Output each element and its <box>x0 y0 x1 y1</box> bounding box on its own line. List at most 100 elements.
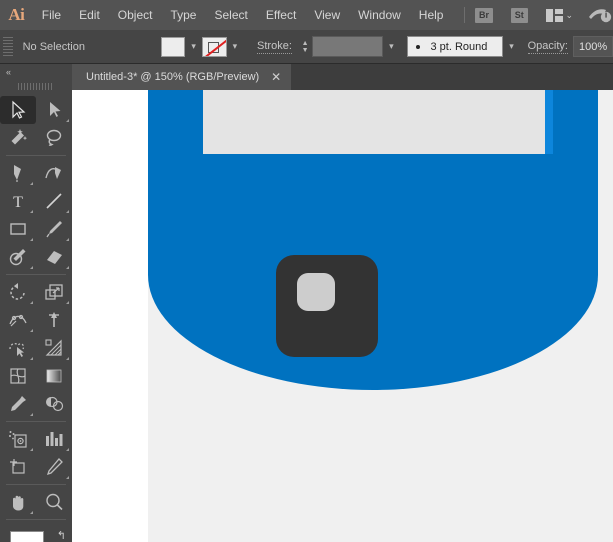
artboard-tool[interactable] <box>0 453 36 481</box>
shaper-tool[interactable] <box>0 243 36 271</box>
illustrator-window: Ai File Edit Object Type Select Effect V… <box>0 0 613 542</box>
canvas-area[interactable] <box>72 90 613 542</box>
tool-grid: T <box>0 96 72 523</box>
tool-flyout-corner-icon <box>66 357 69 360</box>
menu-select[interactable]: Select <box>205 0 256 30</box>
menu-object[interactable]: Object <box>109 0 162 30</box>
line-segment-tool[interactable] <box>36 187 72 215</box>
perspective-grid-tool[interactable] <box>36 334 72 362</box>
selection-status-label: No Selection <box>17 41 161 53</box>
stroke-weight-stepper[interactable]: ▲▼ <box>298 36 312 58</box>
tool-panel-grip[interactable] <box>18 80 54 92</box>
stroke-weight-dropdown-arrow-icon[interactable]: ▾ <box>383 36 399 58</box>
shape-builder-tool[interactable] <box>0 334 36 362</box>
tool-panel-collapse-button[interactable]: « <box>0 64 72 79</box>
control-bar-grip[interactable] <box>3 37 13 57</box>
lasso-tool[interactable] <box>36 124 72 152</box>
menu-edit[interactable]: Edit <box>70 0 109 30</box>
mesh-tool[interactable] <box>0 362 36 390</box>
swap-fill-stroke-icon[interactable]: ↰ <box>57 529 66 542</box>
zoom-tool[interactable] <box>36 488 72 516</box>
magic-wand-tool[interactable] <box>0 124 36 152</box>
gray-rectangle[interactable] <box>203 90 545 154</box>
direct-selection-tool[interactable] <box>36 96 72 124</box>
stock-button[interactable]: St <box>511 8 528 23</box>
document-tab[interactable]: Untitled-3* @ 150% (RGB/Preview) ✕ <box>72 64 291 90</box>
close-icon[interactable]: ✕ <box>271 71 281 83</box>
opacity-field[interactable]: 100% <box>573 36 613 57</box>
menu-file[interactable]: File <box>33 0 70 30</box>
tool-flyout-corner-icon <box>66 266 69 269</box>
scale-tool[interactable] <box>36 278 72 306</box>
fill-swatch[interactable] <box>161 37 186 57</box>
tool-group-divider <box>6 274 66 275</box>
stroke-weight-field[interactable] <box>312 36 383 57</box>
gradient-tool[interactable] <box>36 362 72 390</box>
tool-flyout-corner-icon <box>66 448 69 451</box>
tool-flyout-corner-icon <box>30 182 33 185</box>
tool-flyout-corner-icon <box>66 301 69 304</box>
workspace-switcher-icon[interactable] <box>587 6 613 24</box>
control-bar: No Selection ▾ ▾ Stroke: ▲▼ ▾ 3 pt. Roun… <box>0 30 613 64</box>
selection-tool[interactable] <box>0 96 36 124</box>
tool-group-divider <box>6 421 66 422</box>
tool-flyout-corner-icon <box>66 476 69 479</box>
rotate-tool[interactable] <box>0 278 36 306</box>
blend-tool[interactable] <box>36 390 72 418</box>
symbol-sprayer-tool[interactable] <box>0 425 36 453</box>
document-tab-strip: Untitled-3* @ 150% (RGB/Preview) ✕ <box>72 64 613 90</box>
stroke-dropdown-arrow-icon[interactable]: ▾ <box>227 36 243 58</box>
opacity-label: Opacity: <box>528 40 568 54</box>
svg-text:T: T <box>13 194 23 211</box>
tool-flyout-corner-icon <box>30 448 33 451</box>
menu-type[interactable]: Type <box>161 0 205 30</box>
menu-help[interactable]: Help <box>410 0 453 30</box>
fill-color-swatch[interactable] <box>10 531 44 542</box>
brush-dropdown-arrow-icon[interactable]: ▾ <box>503 36 519 58</box>
tool-group-divider <box>6 484 66 485</box>
brush-definition-field[interactable]: 3 pt. Round <box>407 36 503 57</box>
menu-view[interactable]: View <box>305 0 349 30</box>
tool-panel: « <box>0 64 72 542</box>
stroke-label: Stroke: <box>257 40 292 54</box>
slice-tool[interactable] <box>36 453 72 481</box>
pen-tool[interactable] <box>0 159 36 187</box>
light-inner-square[interactable] <box>297 273 335 311</box>
brush-definition-label: 3 pt. Round <box>430 41 487 53</box>
tool-flyout-corner-icon <box>30 301 33 304</box>
tool-flyout-corner-icon <box>30 329 33 332</box>
tool-flyout-corner-icon <box>66 238 69 241</box>
curvature-tool[interactable] <box>36 159 72 187</box>
dark-rounded-square[interactable] <box>276 255 378 357</box>
paintbrush-tool[interactable] <box>36 215 72 243</box>
tool-flyout-corner-icon <box>30 238 33 241</box>
bridge-button[interactable]: Br <box>475 8 492 23</box>
type-tool[interactable]: T <box>0 187 36 215</box>
free-transform-tool[interactable] <box>36 306 72 334</box>
menu-window[interactable]: Window <box>349 0 410 30</box>
tool-flyout-corner-icon <box>66 119 69 122</box>
brush-preview-dot-icon <box>416 45 420 49</box>
hand-tool[interactable] <box>0 488 36 516</box>
menu-effect[interactable]: Effect <box>257 0 305 30</box>
eyedropper-tool[interactable] <box>0 390 36 418</box>
column-graph-tool[interactable] <box>36 425 72 453</box>
artboard[interactable] <box>148 90 613 542</box>
menu-bar: Ai File Edit Object Type Select Effect V… <box>0 0 613 30</box>
menubar-divider <box>464 7 465 23</box>
chevron-down-icon[interactable]: ⌄ <box>565 10 573 21</box>
document-tab-title: Untitled-3* @ 150% (RGB/Preview) <box>86 71 259 83</box>
stroke-swatch[interactable] <box>202 37 227 57</box>
eraser-tool[interactable] <box>36 243 72 271</box>
tool-flyout-corner-icon <box>30 357 33 360</box>
width-tool[interactable] <box>0 306 36 334</box>
tool-flyout-corner-icon <box>30 210 33 213</box>
tool-flyout-corner-icon <box>66 210 69 213</box>
tool-flyout-corner-icon <box>30 413 33 416</box>
rectangle-tool[interactable] <box>0 215 36 243</box>
tool-group-divider <box>6 519 66 520</box>
light-blue-strip[interactable] <box>545 90 553 154</box>
arrange-documents-icon[interactable] <box>546 9 561 22</box>
fill-dropdown-arrow-icon[interactable]: ▾ <box>185 36 201 58</box>
tool-flyout-corner-icon <box>30 511 33 514</box>
